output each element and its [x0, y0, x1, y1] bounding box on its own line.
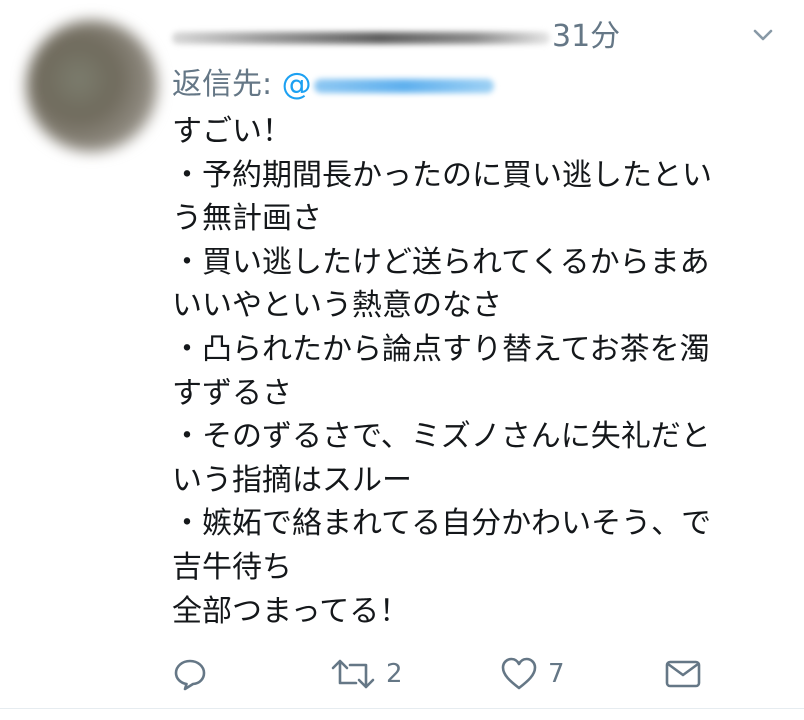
reply-button[interactable]	[172, 650, 208, 698]
reply-icon	[172, 656, 208, 692]
like-count: 7	[548, 659, 565, 689]
tweet-header: 31分	[172, 16, 774, 60]
tweet-text-line: すずるさ	[172, 375, 292, 411]
reply-to-handle[interactable]: @	[282, 67, 312, 102]
tweet-text-line: 吉牛待ち	[172, 549, 292, 585]
tweet-text: すごい！ ・予約期間長かったのに買い逃したとい う無計画さ ・買い逃したけど送ら…	[172, 110, 792, 633]
tweet-text-line: いいやという熱意のなさ	[172, 288, 502, 324]
tweet-text-line: すごい！	[172, 114, 292, 149]
tweet-text-line: 全部つまってる！	[172, 593, 410, 629]
reply-to-handle-redacted[interactable]	[313, 78, 494, 93]
tweet-text-line: いう指摘はスルー	[172, 462, 412, 498]
tweet-text-line: ・嫉妬で絡まれてる自分かわいそう、で	[172, 506, 712, 542]
author-name-redacted[interactable]	[172, 32, 550, 44]
tweet-timestamp[interactable]: 31分	[552, 18, 620, 56]
direct-message-button[interactable]	[664, 650, 702, 698]
retweet-icon	[330, 656, 376, 692]
tweet-text-line: ・そのずるさで、ミズノさんに失礼だと	[172, 419, 711, 455]
tweet-actions: 2 7	[0, 650, 804, 698]
tweet-text-line: ・予約期間長かったのに買い逃したとい	[172, 157, 712, 193]
like-button[interactable]: 7	[500, 650, 565, 698]
mail-icon	[664, 656, 702, 692]
tweet-text-line: う無計画さ	[172, 201, 322, 237]
chevron-down-icon[interactable]	[752, 26, 774, 44]
reply-to-label: 返信先:	[172, 67, 282, 102]
retweet-count: 2	[386, 659, 403, 689]
tweet-text-line: ・買い逃したけど送られてくるからまあ	[172, 244, 710, 280]
avatar[interactable]	[26, 20, 158, 152]
heart-icon	[500, 656, 538, 692]
tweet-text-line: ・凸られたから論点すり替えてお茶を濁	[172, 331, 710, 367]
divider	[0, 708, 804, 709]
retweet-button[interactable]: 2	[330, 650, 403, 698]
reply-to: 返信先: @	[172, 64, 494, 106]
